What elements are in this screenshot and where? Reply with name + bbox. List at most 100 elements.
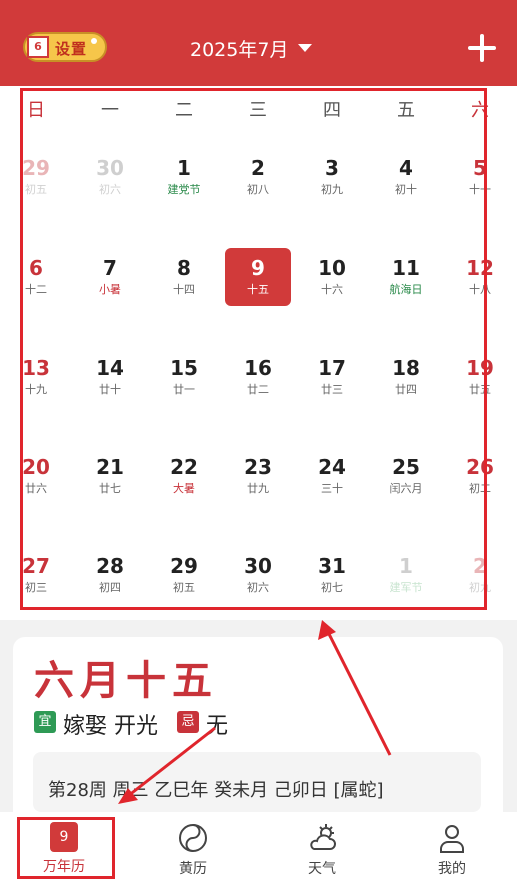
date-number: 13: [22, 356, 50, 380]
date-number: 19: [466, 356, 494, 380]
date-number: 27: [22, 554, 50, 578]
date-cell[interactable]: 25 闰六月: [373, 447, 439, 505]
lunar-label: 建军节: [389, 581, 423, 594]
date-number: 25: [392, 455, 420, 479]
date-cell[interactable]: 6 十二: [3, 248, 69, 306]
date-number: 20: [22, 455, 50, 479]
yin-yang-icon: [179, 824, 207, 852]
date-cell[interactable]: 14 廿十: [77, 348, 143, 406]
weather-cloud-sun-icon: [310, 824, 336, 850]
date-cell[interactable]: 22 大暑: [151, 447, 217, 505]
plus-icon[interactable]: [468, 34, 496, 62]
date-number: 2: [473, 554, 487, 578]
lunar-label: 小暑: [99, 283, 121, 296]
lunar-label: 廿四: [395, 383, 417, 396]
date-number: 31: [318, 554, 346, 578]
date-number: 6: [29, 256, 43, 280]
date-number: 15: [170, 356, 198, 380]
lunar-label: 廿五: [469, 383, 491, 396]
date-cell[interactable]: 27 初三: [3, 546, 69, 604]
date-number: 3: [325, 156, 339, 180]
ji-text: 无: [206, 714, 229, 739]
chevron-down-icon: [298, 44, 313, 52]
settings-label: 设置: [55, 40, 88, 58]
date-cell[interactable]: 13 十九: [3, 348, 69, 406]
lunar-label: 十五: [247, 283, 269, 296]
date-cell[interactable]: 4 初十: [373, 148, 439, 206]
lunar-label: 廿七: [99, 482, 121, 495]
lunar-label: 廿三: [321, 383, 343, 396]
lunar-label: 廿十: [99, 383, 121, 396]
lunar-label: 初四: [99, 581, 121, 594]
month-title-text: 2025年7月: [190, 38, 289, 61]
date-cell[interactable]: 23 廿九: [225, 447, 291, 505]
date-cell[interactable]: 2 初八: [225, 148, 291, 206]
date-cell[interactable]: 31 初七: [299, 546, 365, 604]
tab-weather-label: 天气: [308, 861, 336, 877]
month-selector[interactable]: 2025年7月: [190, 34, 330, 62]
lunar-label: 廿九: [247, 482, 269, 495]
date-cell[interactable]: 26 初二: [447, 447, 513, 505]
weekday-label: 一: [101, 100, 119, 121]
tab-almanac[interactable]: 黄历: [148, 822, 238, 878]
date-number: 11: [392, 256, 420, 280]
lunar-date: 六月十五: [34, 657, 218, 704]
date-cell[interactable]: 21 廿七: [77, 447, 143, 505]
yi-badge: 宜: [34, 711, 56, 733]
date-cell[interactable]: 16 廿二: [225, 348, 291, 406]
lunar-label: 十二: [25, 283, 47, 296]
date-cell[interactable]: 8 十四: [151, 248, 217, 306]
date-cell[interactable]: 20 廿六: [3, 447, 69, 505]
date-cell[interactable]: 28 初四: [77, 546, 143, 604]
lunar-label: 航海日: [389, 283, 423, 296]
lunar-label: 闰六月: [389, 482, 423, 495]
date-cell[interactable]: 3 初九: [299, 148, 365, 206]
date-cell[interactable]: 24 三十: [299, 447, 365, 505]
weekday-label: 日: [27, 100, 45, 121]
ganzhi-box: 第28周 周三 乙巳年 癸未月 己卯日 [属蛇]: [33, 752, 481, 812]
date-number: 21: [96, 455, 124, 479]
date-number: 7: [103, 256, 117, 280]
tab-mine[interactable]: 我的: [407, 822, 497, 878]
date-cell[interactable]: 5 十一: [447, 148, 513, 206]
date-cell[interactable]: 29 初五: [151, 546, 217, 604]
lunar-label: 廿一: [173, 383, 195, 396]
weekday-label: 二: [175, 100, 193, 121]
lunar-label: 初六: [247, 581, 269, 594]
date-number: 4: [399, 156, 413, 180]
calendar-small-icon: 6: [27, 36, 49, 58]
date-cell[interactable]: 1 建军节: [373, 546, 439, 604]
date-number: 10: [318, 256, 346, 280]
date-cell[interactable]: 18 廿四: [373, 348, 439, 406]
lunar-label: 廿二: [247, 383, 269, 396]
date-number: 23: [244, 455, 272, 479]
date-cell[interactable]: 29 初五: [3, 148, 69, 206]
date-number: 24: [318, 455, 346, 479]
date-number: 14: [96, 356, 124, 380]
date-cell[interactable]: 15 廿一: [151, 348, 217, 406]
date-cell[interactable]: 11 航海日: [373, 248, 439, 306]
date-cell-today[interactable]: 9 十五: [225, 248, 291, 306]
date-number: 1: [177, 156, 191, 180]
lunar-label: 初九: [469, 581, 491, 594]
tab-weather[interactable]: 天气: [277, 822, 367, 878]
lunar-label: 初二: [469, 482, 491, 495]
lunar-label: 廿六: [25, 482, 47, 495]
date-number: 12: [466, 256, 494, 280]
date-cell[interactable]: 10 十六: [299, 248, 365, 306]
date-number: 9: [251, 256, 265, 280]
date-cell[interactable]: 2 初九: [447, 546, 513, 604]
date-cell[interactable]: 19 廿五: [447, 348, 513, 406]
settings-button[interactable]: 6 设置: [23, 32, 107, 62]
date-cell[interactable]: 1 建党节: [151, 148, 217, 206]
date-number: 30: [244, 554, 272, 578]
date-cell[interactable]: 7 小暑: [77, 248, 143, 306]
tab-calendar[interactable]: 9 万年历: [19, 822, 109, 876]
date-cell[interactable]: 30 初六: [225, 546, 291, 604]
date-cell[interactable]: 12 十八: [447, 248, 513, 306]
lunar-label: 初六: [99, 183, 121, 196]
date-cell[interactable]: 30 初六: [77, 148, 143, 206]
weekday-header: 日一二三四五六: [0, 96, 517, 121]
date-cell[interactable]: 17 廿三: [299, 348, 365, 406]
weekday-label: 四: [323, 100, 341, 121]
